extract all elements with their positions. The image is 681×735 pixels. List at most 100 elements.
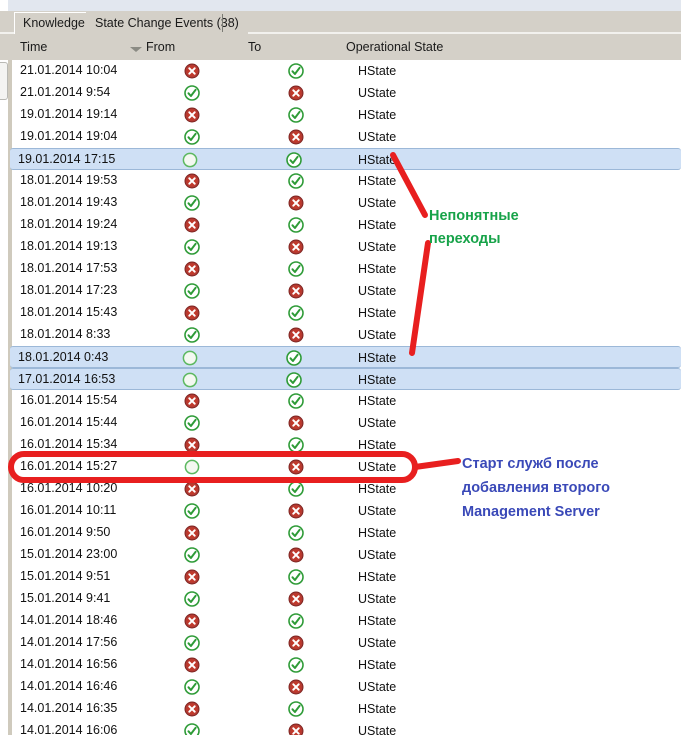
green-check-circle-icon (184, 415, 200, 431)
cell-operational-state: UState (358, 724, 397, 735)
table-row[interactable]: 18.01.2014 19:53 HState (12, 170, 681, 192)
red-x-circle-icon (288, 459, 304, 475)
table-row[interactable]: 18.01.2014 19:43 UState (12, 192, 681, 214)
cell-time: 18.01.2014 19:13 (20, 239, 118, 253)
column-header-to-label: To (248, 40, 262, 54)
cell-operational-state: HState (358, 306, 397, 320)
green-check-circle-icon (184, 547, 200, 563)
table-row[interactable]: 19.01.2014 19:04 UState (12, 126, 681, 148)
cell-time: 18.01.2014 17:23 (20, 283, 118, 297)
cell-time: 18.01.2014 17:53 (20, 261, 118, 275)
left-panel-edge-fragment[interactable] (0, 62, 8, 100)
red-x-circle-icon (288, 129, 304, 145)
table-row[interactable]: 19.01.2014 17:15 HState (10, 148, 681, 170)
cell-operational-state: HState (358, 702, 397, 716)
table-row[interactable]: 14.01.2014 18:46 HState (12, 610, 681, 632)
green-check-circle-icon (286, 350, 302, 366)
tab-knowledge-label: Knowledge (23, 16, 85, 30)
table-row[interactable]: 19.01.2014 19:14 HState (12, 104, 681, 126)
column-header-band (0, 34, 681, 60)
annotation-blue-note: Старт служб после добавления второго Man… (462, 456, 610, 520)
green-check-circle-icon (288, 107, 304, 123)
column-header-from-label: From (146, 40, 176, 54)
red-x-circle-icon (184, 569, 200, 585)
window-top-strip-left-gap (0, 0, 8, 11)
tab-state-change-events[interactable]: State Change Events (38) (86, 12, 248, 34)
red-x-circle-icon (288, 723, 304, 735)
cell-time: 15.01.2014 23:00 (20, 547, 118, 561)
grid-left-margin (0, 60, 8, 735)
table-row[interactable]: 21.01.2014 10:04 HState (12, 60, 681, 82)
cell-time: 16.01.2014 10:20 (20, 481, 118, 495)
table-row[interactable]: 16.01.2014 9:50 HState (12, 522, 681, 544)
green-check-circle-icon (288, 305, 304, 321)
cell-time: 19.01.2014 19:14 (20, 107, 118, 121)
table-row[interactable]: 15.01.2014 9:41 UState (12, 588, 681, 610)
red-x-circle-icon (184, 63, 200, 79)
table-row[interactable]: 18.01.2014 8:33 UState (12, 324, 681, 346)
green-check-circle-icon (288, 525, 304, 541)
table-row[interactable]: 14.01.2014 16:35 HState (12, 698, 681, 720)
cell-operational-state: HState (358, 153, 397, 167)
events-grid[interactable]: 21.01.2014 10:04 HState 21.01.2014 9:54 USt… (0, 60, 681, 735)
table-row[interactable]: 18.01.2014 17:23 UState (12, 280, 681, 302)
column-header-from[interactable]: From (146, 40, 175, 54)
table-row[interactable]: 18.01.2014 19:24 HState (12, 214, 681, 236)
green-check-circle-icon (184, 591, 200, 607)
red-x-circle-icon (184, 613, 200, 629)
green-check-circle-icon (288, 701, 304, 717)
table-row[interactable]: 18.01.2014 15:43 HState (12, 302, 681, 324)
cell-time: 18.01.2014 0:43 (18, 350, 109, 364)
green-empty-circle-icon (184, 459, 200, 475)
cell-time: 16.01.2014 9:50 (20, 525, 111, 539)
cell-operational-state: UState (358, 592, 397, 606)
cell-operational-state: UState (358, 130, 397, 144)
table-row[interactable]: 14.01.2014 17:56 UState (12, 632, 681, 654)
table-row[interactable]: 18.01.2014 19:13 UState (12, 236, 681, 258)
cell-operational-state: UState (358, 240, 397, 254)
table-row[interactable]: 16.01.2014 15:54 HState (12, 390, 681, 412)
table-row[interactable]: 14.01.2014 16:06 UState (12, 720, 681, 735)
tab-knowledge[interactable]: Knowledge (14, 12, 94, 34)
table-row[interactable]: 14.01.2014 16:46 UState (12, 676, 681, 698)
cell-operational-state: UState (358, 548, 397, 562)
sort-descending-icon[interactable] (130, 47, 142, 52)
table-row[interactable]: 17.01.2014 16:53 HState (10, 368, 681, 390)
column-header-time[interactable]: Time (20, 40, 47, 54)
cell-operational-state: HState (358, 373, 397, 387)
green-check-circle-icon (184, 129, 200, 145)
red-x-circle-icon (184, 481, 200, 497)
cell-time: 16.01.2014 15:44 (20, 415, 118, 429)
cell-operational-state: HState (358, 351, 397, 365)
green-check-circle-icon (288, 393, 304, 409)
green-check-circle-icon (288, 613, 304, 629)
cell-operational-state: HState (358, 174, 397, 188)
column-header-to[interactable]: To (248, 40, 261, 54)
cell-operational-state: UState (358, 636, 397, 650)
table-row[interactable]: 21.01.2014 9:54 UState (12, 82, 681, 104)
table-row[interactable]: 18.01.2014 0:43 HState (10, 346, 681, 368)
green-check-circle-icon (184, 283, 200, 299)
cell-operational-state: UState (358, 460, 397, 474)
green-empty-circle-icon (182, 372, 198, 388)
green-check-circle-icon (184, 195, 200, 211)
table-row[interactable]: 15.01.2014 9:51 HState (12, 566, 681, 588)
table-row[interactable]: 16.01.2014 15:44 UState (12, 412, 681, 434)
cell-time: 14.01.2014 16:35 (20, 701, 118, 715)
red-x-circle-icon (184, 173, 200, 189)
green-empty-circle-icon (182, 350, 198, 366)
column-header-operational-state[interactable]: Operational State (346, 40, 443, 54)
cell-operational-state: HState (358, 218, 397, 232)
red-x-circle-icon (288, 547, 304, 563)
red-x-circle-icon (288, 591, 304, 607)
cell-operational-state: UState (358, 328, 397, 342)
cell-time: 16.01.2014 15:34 (20, 437, 118, 451)
cell-time: 18.01.2014 15:43 (20, 305, 118, 319)
green-empty-circle-icon (182, 152, 198, 168)
cell-operational-state: HState (358, 482, 397, 496)
table-row[interactable]: 15.01.2014 23:00 UState (12, 544, 681, 566)
green-check-circle-icon (184, 503, 200, 519)
table-row[interactable]: 14.01.2014 16:56 HState (12, 654, 681, 676)
table-row[interactable]: 18.01.2014 17:53 HState (12, 258, 681, 280)
red-x-circle-icon (184, 657, 200, 673)
